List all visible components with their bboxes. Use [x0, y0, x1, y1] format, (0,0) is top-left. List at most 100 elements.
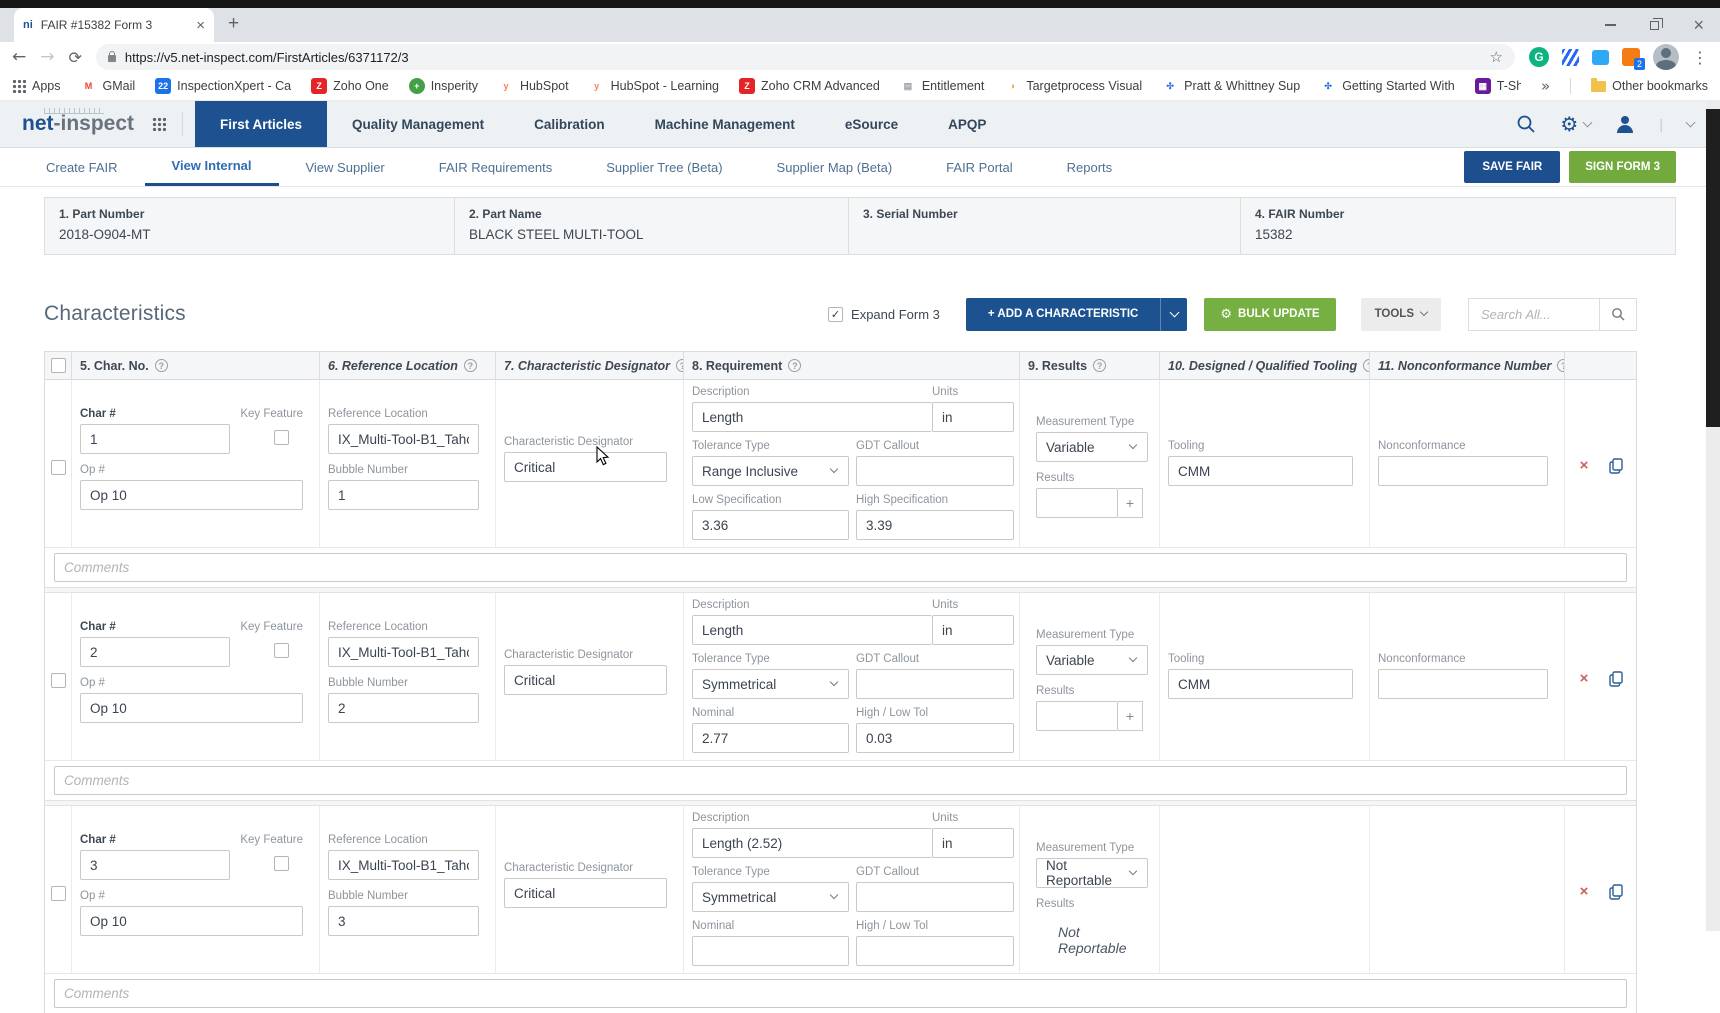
help-icon[interactable] [676, 359, 683, 372]
reload-icon[interactable] [69, 48, 82, 67]
url-text[interactable]: https://v5.net-inspect.com/FirstArticles… [125, 50, 1481, 65]
module-grid-icon[interactable] [152, 117, 166, 131]
delete-row-icon[interactable] [1580, 671, 1589, 686]
nav-item-apqp[interactable]: APQP [923, 101, 1011, 147]
bubble-number-input[interactable] [328, 480, 479, 510]
nav-item-quality-management[interactable]: Quality Management [327, 101, 509, 147]
other-bookmarks-button[interactable]: Other bookmarks [1591, 79, 1708, 93]
delete-row-icon[interactable] [1580, 884, 1589, 899]
save-fair-button[interactable]: SAVE FAIR [1464, 151, 1560, 183]
nav-item-esource[interactable]: eSource [820, 101, 923, 147]
comments-input[interactable] [54, 553, 1627, 582]
expand-form3-toggle[interactable]: ✓ Expand Form 3 [828, 307, 940, 322]
delete-row-icon[interactable] [1580, 458, 1589, 473]
reference-location-input[interactable] [328, 424, 479, 454]
char-number-input[interactable] [80, 850, 230, 880]
apps-shortcut[interactable]: Apps [12, 79, 61, 93]
subnav-item-fair-requirements[interactable]: FAIR Requirements [412, 148, 579, 186]
characteristic-designator-input[interactable] [504, 665, 667, 695]
add-result-button[interactable] [1118, 701, 1143, 731]
subnav-item-supplier-tree-beta-[interactable]: Supplier Tree (Beta) [579, 148, 749, 186]
add-result-button[interactable] [1118, 488, 1143, 518]
tolerance-type-select[interactable]: Symmetrical [692, 669, 849, 699]
grammarly-extension-icon[interactable] [1529, 47, 1549, 67]
characteristic-designator-input[interactable] [504, 878, 667, 908]
high-spec-input[interactable] [856, 936, 1014, 966]
tooling-input[interactable] [1168, 456, 1353, 486]
bookmark-item[interactable]: ✣Pratt & Whittney Sup [1162, 78, 1300, 94]
char-number-input[interactable] [80, 637, 230, 667]
nav-item-machine-management[interactable]: Machine Management [630, 101, 820, 147]
units-input[interactable] [932, 828, 1014, 858]
help-icon[interactable] [464, 359, 477, 372]
gdt-callout-input[interactable] [856, 456, 1014, 486]
back-icon[interactable] [12, 47, 26, 67]
settings-gear-button[interactable] [1560, 114, 1591, 134]
nonconformance-input[interactable] [1378, 669, 1548, 699]
char-number-input[interactable] [80, 424, 230, 454]
address-bar[interactable]: https://v5.net-inspect.com/FirstArticles… [96, 44, 1515, 70]
bookmark-item[interactable]: ZZoho CRM Advanced [739, 78, 880, 94]
units-input[interactable] [932, 615, 1014, 645]
tolerance-type-select[interactable]: Range Inclusive [692, 456, 849, 486]
reference-location-input[interactable] [328, 850, 479, 880]
new-tab-button[interactable] [228, 14, 239, 33]
reference-location-input[interactable] [328, 637, 479, 667]
characteristic-designator-input[interactable] [504, 452, 667, 482]
bookmark-item[interactable]: yHubSpot [498, 78, 569, 94]
nav-item-calibration[interactable]: Calibration [509, 101, 630, 147]
row-select-checkbox[interactable] [51, 460, 66, 475]
browser-menu-icon[interactable] [1692, 48, 1708, 67]
chevron-down-icon[interactable] [1686, 117, 1696, 127]
copy-row-icon[interactable] [1609, 884, 1623, 905]
tools-button[interactable]: TOOLS [1361, 298, 1441, 331]
bookmark-item[interactable]: ◑Targetprocess Visual [1004, 78, 1142, 94]
row-select-checkbox[interactable] [51, 673, 66, 688]
app-search-icon[interactable] [1516, 114, 1536, 134]
measurement-type-select[interactable]: Variable [1036, 645, 1148, 675]
bookmark-item[interactable]: +Insperity [409, 78, 478, 94]
add-characteristic-button[interactable]: + ADD A CHARACTERISTIC [966, 298, 1160, 331]
stripes-extension-icon[interactable] [1562, 49, 1579, 66]
help-icon[interactable] [1557, 359, 1564, 372]
gdt-callout-input[interactable] [856, 882, 1014, 912]
app-logo[interactable]: net-inspect [0, 101, 134, 147]
help-icon[interactable] [1093, 359, 1106, 372]
bubble-number-input[interactable] [328, 906, 479, 936]
row-select-checkbox[interactable] [51, 886, 66, 901]
lock-icon[interactable] [108, 55, 116, 62]
results-input[interactable] [1036, 488, 1118, 518]
low-spec-input[interactable] [692, 510, 849, 540]
select-all-checkbox[interactable] [51, 358, 66, 373]
gdt-callout-input[interactable] [856, 669, 1014, 699]
tolerance-type-select[interactable]: Symmetrical [692, 882, 849, 912]
comments-input[interactable] [54, 766, 1627, 795]
results-input[interactable] [1036, 701, 1118, 731]
copy-row-icon[interactable] [1609, 458, 1623, 479]
subnav-item-view-internal[interactable]: View Internal [145, 148, 279, 186]
key-feature-checkbox[interactable] [274, 430, 289, 445]
high-spec-input[interactable] [856, 723, 1014, 753]
key-feature-checkbox[interactable] [274, 643, 289, 658]
subnav-item-view-supplier[interactable]: View Supplier [279, 148, 412, 186]
description-input[interactable] [692, 615, 932, 645]
search-all-input[interactable] [1468, 298, 1599, 331]
help-icon[interactable] [788, 359, 801, 372]
subnav-item-supplier-map-beta-[interactable]: Supplier Map (Beta) [750, 148, 920, 186]
units-input[interactable] [932, 402, 1014, 432]
low-spec-input[interactable] [692, 936, 849, 966]
low-spec-input[interactable] [692, 723, 849, 753]
page-scrollbar[interactable] [1706, 101, 1720, 931]
tooling-input[interactable] [1168, 669, 1353, 699]
bookmark-item[interactable]: ZZoho One [311, 78, 389, 94]
comments-input[interactable] [54, 979, 1627, 1008]
subnav-item-create-fair[interactable]: Create FAIR [19, 148, 145, 186]
sign-form3-button[interactable]: SIGN FORM 3 [1569, 151, 1676, 183]
search-all-button[interactable] [1599, 298, 1637, 331]
key-feature-checkbox[interactable] [274, 856, 289, 871]
nonconformance-input[interactable] [1378, 456, 1548, 486]
measurement-type-select[interactable]: Not Reportable [1036, 858, 1148, 888]
nav-item-first-articles[interactable]: First Articles [195, 101, 327, 147]
subnav-item-reports[interactable]: Reports [1040, 148, 1140, 186]
help-icon[interactable] [155, 359, 168, 372]
